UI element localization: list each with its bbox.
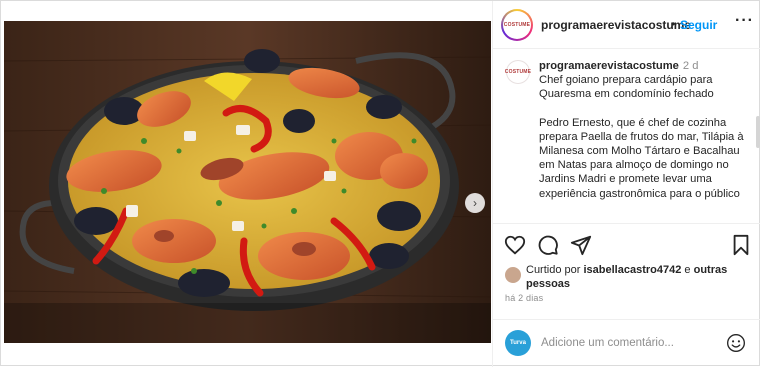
current-user-avatar[interactable]: Turva [505,330,531,356]
likes-connector: e [684,264,691,276]
post-timestamp[interactable]: há 2 dias [505,293,543,303]
comment-box: Turva [493,319,760,367]
avatar-logo: COSTUME [503,11,531,39]
follow-button[interactable]: Seguir [680,18,717,32]
post-sidebar: COSTUME programaerevistacostume • Seguir… [492,1,760,367]
heart-icon[interactable] [504,234,526,256]
separator: • [671,17,676,31]
caption-section: COSTUME programaerevistacostume 2 d Chef … [493,50,760,220]
caption-headline: Chef goiano prepara cardápio para Quares… [539,74,714,101]
action-bar [493,223,760,263]
next-image-button[interactable]: › [465,193,485,213]
more-options-icon[interactable]: ··· [735,12,754,30]
share-icon[interactable] [570,234,592,256]
author-username[interactable]: programaerevistacostume [541,18,691,32]
comment-icon[interactable] [537,234,559,256]
caption-username[interactable]: programaerevistacostume [539,60,679,72]
author-avatar[interactable]: COSTUME [501,9,533,41]
post-image[interactable]: › [4,21,491,343]
caption-time: 2 d [682,60,699,72]
bookmark-icon[interactable] [730,234,752,256]
emoji-icon[interactable] [726,333,746,353]
caption-body: Pedro Ernesto, que é chef de cozinha pre… [539,116,744,200]
paella-photo [4,21,491,343]
caption-avatar[interactable]: COSTUME [505,60,531,84]
avatar-logo: COSTUME [505,61,531,83]
post-dialog: › COSTUME programaerevistacostume • Segu… [0,0,760,367]
caption-text: programaerevistacostume 2 d Chef goiano p… [539,59,751,201]
post-header: COSTUME programaerevistacostume • Seguir… [493,1,760,49]
chevron-right-icon: › [473,196,477,210]
likes-prefix: Curtido por [526,264,581,276]
liker-username[interactable]: isabellacastro4742 [583,264,681,276]
comment-input[interactable] [541,334,721,352]
likes-text: Curtido por isabellacastro4742 e outras … [526,263,754,291]
liker-avatar[interactable] [505,267,521,283]
caption-scrollbar[interactable] [756,116,760,148]
